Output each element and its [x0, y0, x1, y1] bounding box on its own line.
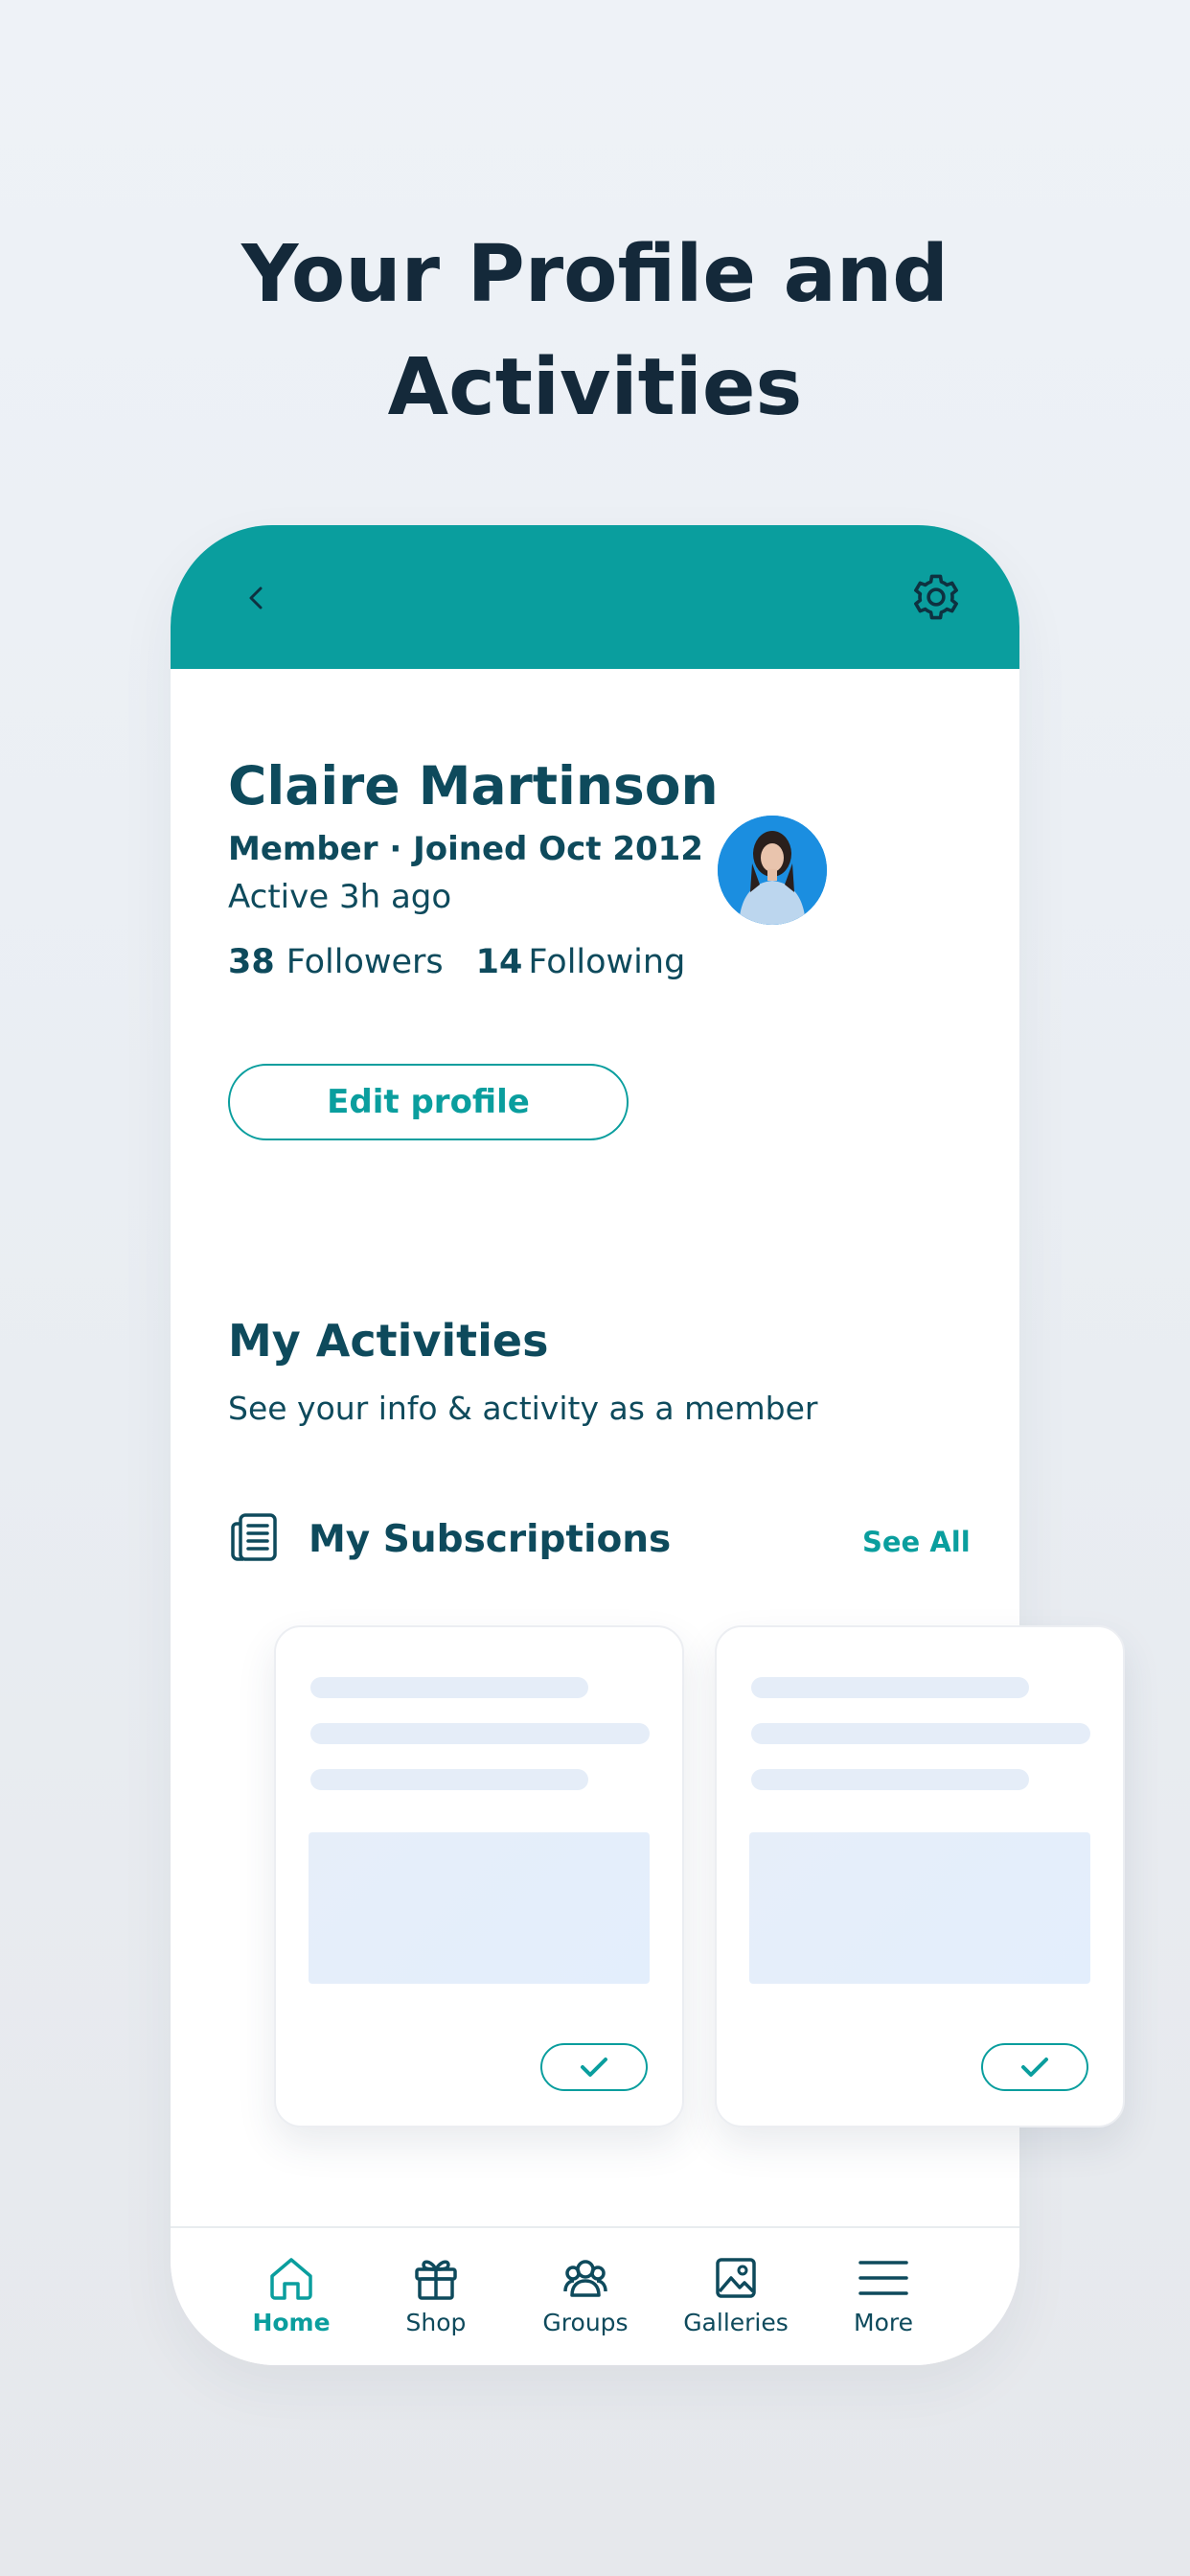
subscription-card[interactable] [274, 1625, 684, 2128]
subscription-card[interactable] [715, 1625, 1125, 2128]
subscribed-check-button[interactable] [981, 2043, 1088, 2091]
tab-galleries-label: Galleries [683, 2309, 789, 2336]
tab-shop-label: Shop [405, 2309, 467, 2336]
avatar[interactable] [718, 816, 827, 925]
check-icon [581, 2058, 607, 2077]
skeleton-line [310, 1677, 588, 1698]
follow-stats: 38 Followers 14 Following [228, 943, 685, 981]
tab-home-label: Home [252, 2309, 331, 2336]
skeleton-line [751, 1677, 1029, 1698]
check-icon [1021, 2058, 1048, 2077]
subscriptions-title: My Subscriptions [309, 1518, 672, 1561]
newspaper-icon [231, 1513, 277, 1561]
profile-name: Claire Martinson [228, 755, 719, 816]
groups-icon [563, 2260, 607, 2297]
skeleton-line [751, 1723, 1090, 1744]
gear-icon [914, 574, 958, 620]
avatar-photo [718, 816, 827, 925]
tab-shop[interactable]: Shop [364, 2228, 508, 2343]
skeleton-image [749, 1832, 1090, 1984]
skeleton-line [751, 1769, 1029, 1790]
skeleton-line [310, 1769, 588, 1790]
tab-home[interactable]: Home [219, 2228, 363, 2343]
tab-groups-label: Groups [542, 2309, 629, 2336]
skeleton-image [309, 1832, 650, 1984]
followers-label[interactable]: Followers [286, 943, 444, 981]
headline-line-2: Activities [387, 342, 803, 433]
followers-count[interactable]: 38 [228, 943, 275, 981]
edit-profile-button[interactable]: Edit profile [228, 1064, 629, 1140]
tab-more-label: More [854, 2309, 913, 2336]
see-all-link[interactable]: See All [862, 1526, 971, 1558]
image-icon [716, 2258, 756, 2298]
gift-icon [415, 2260, 457, 2300]
promo-headline: Your Profile and Activities [0, 218, 1190, 445]
following-count[interactable]: 14 [476, 943, 523, 981]
bottom-tab-bar: Home Shop Groups Galleries More [171, 2226, 1019, 2365]
tab-more[interactable]: More [812, 2228, 955, 2343]
tab-groups[interactable]: Groups [514, 2228, 657, 2343]
membership-info: Member · Joined Oct 2012 [228, 830, 703, 868]
tab-galleries[interactable]: Galleries [664, 2228, 808, 2343]
back-button[interactable] [238, 579, 276, 617]
headline-line-1: Your Profile and [241, 229, 949, 320]
last-active-status: Active 3h ago [228, 878, 452, 916]
settings-button[interactable] [910, 571, 962, 623]
top-bar [171, 525, 1019, 669]
section-subtitle: See your info & activity as a member [228, 1390, 818, 1427]
section-title: My Activities [228, 1315, 549, 1367]
subscribed-check-button[interactable] [540, 2043, 648, 2091]
skeleton-line [310, 1723, 650, 1744]
following-label[interactable]: Following [528, 943, 685, 981]
chevron-left-icon [249, 586, 263, 610]
menu-icon [858, 2261, 908, 2295]
home-icon [270, 2258, 312, 2300]
